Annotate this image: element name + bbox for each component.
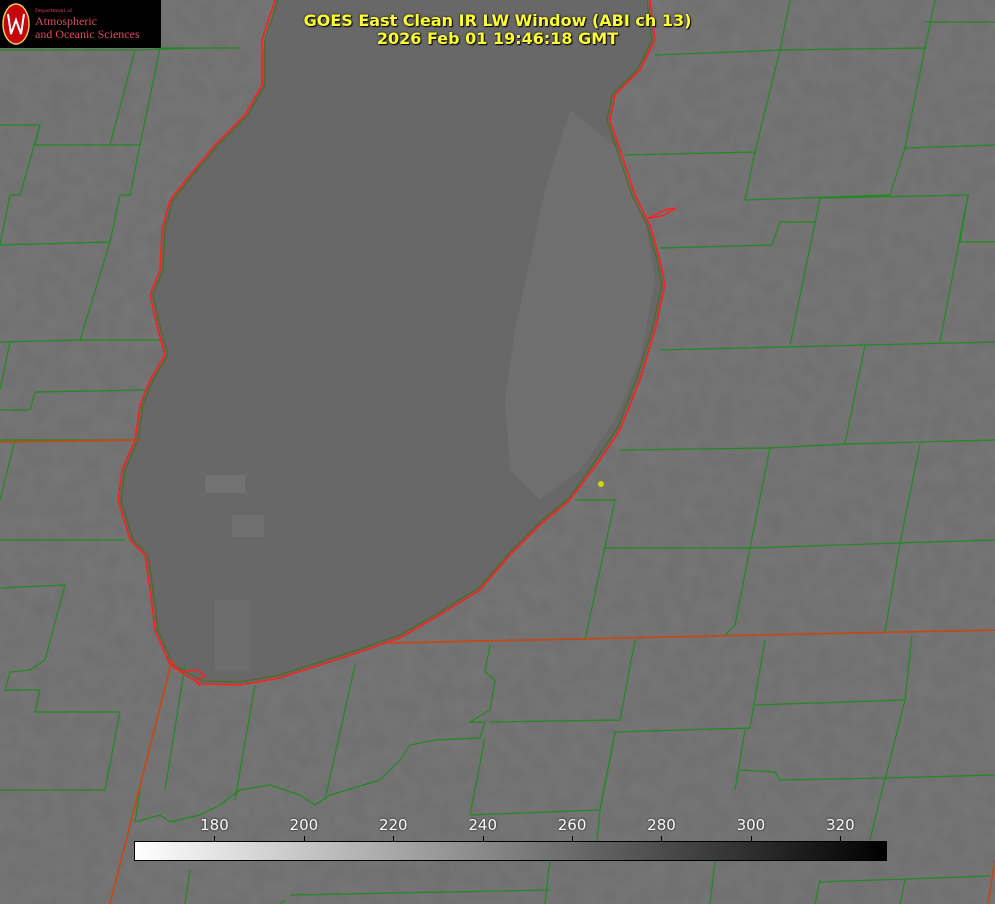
satellite-image-viewer: Department of Atmospheric and Oceanic Sc…: [0, 0, 995, 904]
title-product: GOES East Clean IR LW Window (ABI ch 13): [303, 11, 692, 30]
colorbar-tick-label: 180: [200, 816, 229, 834]
colorbar-ticks: 180 200 220 240 260 280 300 320: [134, 814, 887, 842]
colorbar-tick-label: 320: [825, 816, 855, 834]
colorbar-gradient: [134, 841, 887, 861]
image-title: GOES East Clean IR LW Window (ABI ch 13)…: [0, 12, 995, 48]
lake-patch: [232, 515, 264, 537]
colorbar-tick-label: 300: [736, 816, 766, 834]
colorbar: 180 200 220 240 260 280 300 320: [134, 814, 887, 861]
colorbar-tick-label: 280: [647, 816, 676, 834]
colorbar-tick-label: 260: [557, 816, 587, 834]
satellite-map: [0, 0, 995, 904]
lake-patch: [215, 600, 250, 670]
colorbar-tick-label: 240: [468, 816, 497, 834]
colorbar-tick-label: 200: [289, 816, 319, 834]
lake-patch: [205, 475, 245, 493]
title-timestamp: 2026 Feb 01 19:46:18 GMT: [376, 29, 619, 48]
colorbar-tick-label: 220: [378, 816, 408, 834]
location-marker: [598, 481, 604, 487]
